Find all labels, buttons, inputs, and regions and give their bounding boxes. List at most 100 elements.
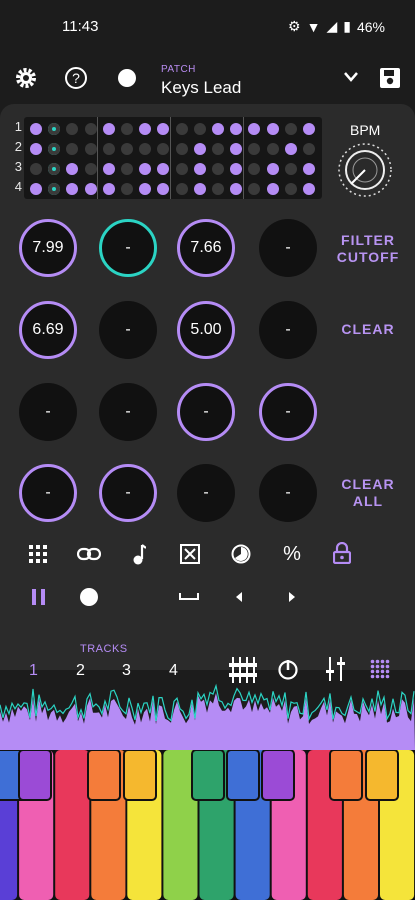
left-icon[interactable] [235,592,243,602]
sequencer-step[interactable] [175,183,188,195]
sequencer-step[interactable] [157,183,170,195]
sequencer-step[interactable] [230,163,243,175]
sequencer-step[interactable] [212,143,224,155]
chevron-down-icon[interactable] [343,71,359,83]
help-icon[interactable]: ? [64,66,88,90]
sequencer-step[interactable] [30,123,42,135]
param-knob[interactable]: 5.00 [177,301,235,359]
sequencer-step[interactable] [157,143,170,155]
sequencer-step[interactable] [284,163,297,175]
param-knob[interactable]: 7.66 [177,219,235,277]
track-tab-4[interactable]: 4 [169,662,178,680]
sequencer-step[interactable] [48,183,61,195]
sequencer-step[interactable] [139,143,152,155]
sequencer-step[interactable] [30,183,42,195]
contrast-icon[interactable] [231,544,251,564]
sequencer-step[interactable] [248,163,261,175]
clear-button[interactable]: CLEAR [334,321,402,338]
clear-all-button[interactable]: CLEAR ALL [334,476,402,510]
param-knob[interactable]: - [259,301,317,359]
sequencer-step[interactable] [30,143,42,155]
sequencer-step[interactable] [175,143,188,155]
sequencer-step[interactable] [66,123,79,135]
sequencer-step[interactable] [284,183,297,195]
sequencer-step[interactable] [84,143,97,155]
sequencer-step[interactable] [266,183,279,195]
track-tab-2[interactable]: 2 [76,662,85,680]
sequencer-step[interactable] [48,163,61,175]
sequencer-step[interactable] [193,183,206,195]
sequencer-step[interactable] [193,123,206,135]
sequencer-step[interactable] [139,163,152,175]
eq-icon[interactable] [325,657,347,681]
param-knob[interactable]: - [99,219,157,277]
sequencer-step[interactable] [212,123,224,135]
sequencer-step[interactable] [84,183,97,195]
sequencer-step[interactable] [121,183,133,195]
track-tab-3[interactable]: 3 [122,662,131,680]
sequencer-step[interactable] [102,163,115,175]
track-tab-1[interactable]: 1 [29,662,38,680]
param-knob[interactable]: 7.99 [19,219,77,277]
note-icon[interactable] [132,543,146,565]
sequencer-step[interactable] [212,183,224,195]
sequencer-step[interactable] [303,123,315,135]
dots-grid-icon[interactable] [370,659,390,679]
sequencer-step[interactable] [157,163,170,175]
sequencer-step[interactable] [230,183,243,195]
sequencer-step[interactable] [284,143,297,155]
param-knob[interactable]: - [19,464,77,522]
sequencer-step[interactable] [230,123,243,135]
space-icon[interactable] [179,593,199,601]
sequencer-step[interactable] [121,143,133,155]
sequencer-step[interactable] [48,143,61,155]
param-knob[interactable]: - [99,383,157,441]
param-knob[interactable]: - [259,464,317,522]
grid-icon[interactable] [29,545,47,563]
right-icon[interactable] [288,592,296,602]
step-sequencer-grid[interactable] [24,117,322,199]
sequencer-step[interactable] [139,123,152,135]
sequencer-step[interactable] [84,163,97,175]
gear-icon[interactable] [14,66,38,90]
lock-icon[interactable] [333,542,351,564]
box-x-icon[interactable] [180,544,200,564]
sequencer-step[interactable] [84,123,97,135]
sequencer-step[interactable] [175,123,188,135]
param-knob[interactable]: - [259,219,317,277]
sequencer-step[interactable] [248,123,261,135]
sequencer-step[interactable] [175,163,188,175]
sequencer-step[interactable] [266,163,279,175]
record-icon[interactable] [79,587,99,607]
param-knob[interactable]: - [99,464,157,522]
sequencer-step[interactable] [121,123,133,135]
pause-icon[interactable] [32,589,46,605]
param-knob[interactable]: - [177,383,235,441]
sequencer-step[interactable] [102,183,115,195]
patch-name[interactable]: Keys Lead [161,78,241,98]
sequencer-step[interactable] [266,143,279,155]
sequencer-step[interactable] [157,123,170,135]
param-knob[interactable]: - [19,383,77,441]
dial-icon[interactable] [277,658,299,680]
sequencer-step[interactable] [66,183,79,195]
sequencer-step[interactable] [66,163,79,175]
piano-keyboard[interactable] [0,750,415,900]
sequencer-step[interactable] [102,143,115,155]
record-dot-icon[interactable] [117,68,137,88]
sequencer-step[interactable] [212,163,224,175]
sequencer-step[interactable] [303,183,315,195]
percent-icon[interactable]: % [277,543,307,566]
filter-cutoff-button[interactable]: FILTER CUTOFF [334,232,402,266]
sequencer-step[interactable] [102,123,115,135]
sequencer-step[interactable] [193,143,206,155]
link-icon[interactable] [77,547,101,561]
param-knob[interactable]: 6.69 [19,301,77,359]
sequencer-step[interactable] [30,163,42,175]
param-knob[interactable]: - [177,464,235,522]
sequencer-step[interactable] [248,183,261,195]
param-knob[interactable]: - [99,301,157,359]
save-icon[interactable] [379,67,401,89]
sequencer-step[interactable] [139,183,152,195]
param-knob[interactable]: - [259,383,317,441]
